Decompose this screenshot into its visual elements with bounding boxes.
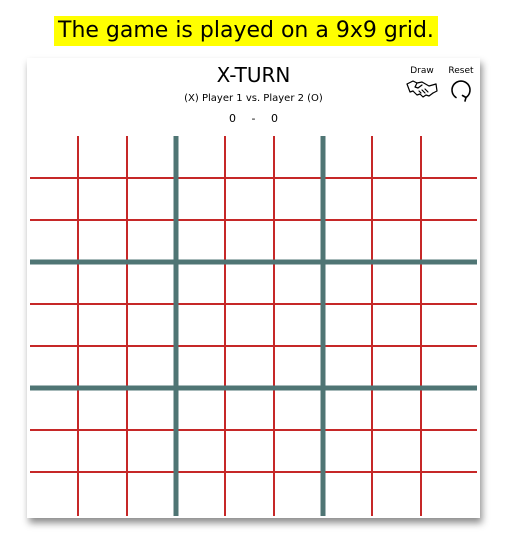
board-cell-r9-c1[interactable] [29,472,78,514]
board-cell-r2-c3[interactable] [127,178,176,220]
board-cell-r7-c1[interactable] [29,388,78,430]
board-cell-r3-c7[interactable] [323,220,372,262]
board-cell-r9-c5[interactable] [225,472,274,514]
board-cell-r8-c9[interactable] [421,430,470,472]
board-cell-r4-c8[interactable] [372,262,421,304]
board-cell-r9-c3[interactable] [127,472,176,514]
board-cell-r1-c9[interactable] [421,136,470,178]
board-cell-r3-c9[interactable] [421,220,470,262]
caption: The game is played on a 9x9 grid. [54,16,438,46]
board-cell-r4-c3[interactable] [127,262,176,304]
board-cell-r1-c2[interactable] [78,136,127,178]
board-cell-r8-c6[interactable] [274,430,323,472]
board-cell-r3-c2[interactable] [78,220,127,262]
board-cell-r8-c3[interactable] [127,430,176,472]
board-cell-r9-c4[interactable] [176,472,225,514]
board-cell-r9-c9[interactable] [421,472,470,514]
board-cell-r5-c3[interactable] [127,304,176,346]
board-cell-r3-c5[interactable] [225,220,274,262]
board-cell-r7-c7[interactable] [323,388,372,430]
board-cell-r8-c2[interactable] [78,430,127,472]
board-cell-r8-c1[interactable] [29,430,78,472]
game-board [29,136,477,516]
board-cell-r8-c4[interactable] [176,430,225,472]
board-cell-r9-c2[interactable] [78,472,127,514]
board-cell-r2-c4[interactable] [176,178,225,220]
board-cell-r4-c6[interactable] [274,262,323,304]
board-cell-r7-c2[interactable] [78,388,127,430]
board-cell-r1-c3[interactable] [127,136,176,178]
board-cell-r6-c8[interactable] [372,346,421,388]
board-cell-r7-c6[interactable] [274,388,323,430]
board-cell-r5-c7[interactable] [323,304,372,346]
board-cell-r7-c5[interactable] [225,388,274,430]
board-cell-r8-c5[interactable] [225,430,274,472]
board-cell-r7-c8[interactable] [372,388,421,430]
board-cell-r5-c4[interactable] [176,304,225,346]
board-cell-r7-c3[interactable] [127,388,176,430]
board-cell-r1-c6[interactable] [274,136,323,178]
board-cell-r3-c4[interactable] [176,220,225,262]
board-cell-r2-c7[interactable] [323,178,372,220]
board-cell-r6-c6[interactable] [274,346,323,388]
board-cell-r5-c2[interactable] [78,304,127,346]
board-cell-r1-c4[interactable] [176,136,225,178]
board-cell-r6-c1[interactable] [29,346,78,388]
board-cell-r3-c8[interactable] [372,220,421,262]
board-cell-r4-c7[interactable] [323,262,372,304]
board-cell-r7-c9[interactable] [421,388,470,430]
board-cell-r6-c3[interactable] [127,346,176,388]
board-cell-r4-c1[interactable] [29,262,78,304]
board-cell-r2-c2[interactable] [78,178,127,220]
board-cell-r1-c8[interactable] [372,136,421,178]
board-cell-r2-c9[interactable] [421,178,470,220]
board-cell-r6-c2[interactable] [78,346,127,388]
board-cell-r9-c7[interactable] [323,472,372,514]
board-cell-r4-c5[interactable] [225,262,274,304]
board-cell-r6-c5[interactable] [225,346,274,388]
board-cell-r3-c3[interactable] [127,220,176,262]
board-cell-r8-c7[interactable] [323,430,372,472]
board-cell-r3-c1[interactable] [29,220,78,262]
board-cell-r8-c8[interactable] [372,430,421,472]
board-cell-r3-c6[interactable] [274,220,323,262]
board-cell-r4-c9[interactable] [421,262,470,304]
board-cell-r1-c7[interactable] [323,136,372,178]
board-cell-r9-c8[interactable] [372,472,421,514]
board-cell-r6-c7[interactable] [323,346,372,388]
board-cell-r5-c1[interactable] [29,304,78,346]
board-cell-r6-c4[interactable] [176,346,225,388]
board-cell-r6-c9[interactable] [421,346,470,388]
board-cell-r4-c2[interactable] [78,262,127,304]
board-cell-r2-c1[interactable] [29,178,78,220]
board-cell-r5-c5[interactable] [225,304,274,346]
board-cell-r4-c4[interactable] [176,262,225,304]
board-cell-r5-c9[interactable] [421,304,470,346]
board-cell-r2-c6[interactable] [274,178,323,220]
game-card: X-TURN (X) Player 1 vs. Player 2 (O) 0 -… [27,58,480,518]
board-cell-r9-c6[interactable] [274,472,323,514]
board-cell-r5-c6[interactable] [274,304,323,346]
board-cell-r1-c5[interactable] [225,136,274,178]
board-cell-r7-c4[interactable] [176,388,225,430]
board-cell-r1-c1[interactable] [29,136,78,178]
board-cell-r2-c5[interactable] [225,178,274,220]
board-cell-r2-c8[interactable] [372,178,421,220]
board-cell-r5-c8[interactable] [372,304,421,346]
